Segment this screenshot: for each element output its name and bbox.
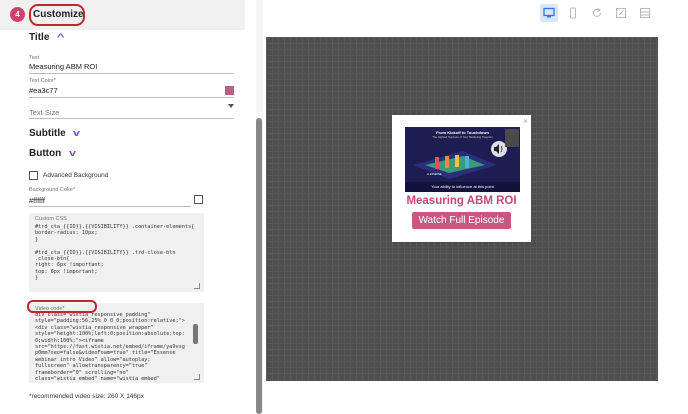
video-caption: Your ability to influence at this point: [431, 184, 494, 189]
refresh-button[interactable]: [588, 4, 606, 22]
panel-scrollbar-thumb[interactable]: [256, 118, 262, 414]
custom-css-textarea[interactable]: Custom CSS #trd_cta_{{ID}}.{{VISIBILITY}…: [29, 213, 204, 292]
layout-icon: [639, 7, 651, 19]
resize-handle-icon[interactable]: [194, 374, 200, 380]
chevron-down-icon: v: [68, 148, 77, 158]
layout-button[interactable]: [636, 4, 654, 22]
app-root: 4 Customize Title ^ Text Measuring ABM R…: [0, 0, 688, 414]
background-color-input[interactable]: #ffffff: [29, 196, 45, 205]
desktop-preview-button[interactable]: [540, 4, 558, 22]
edit-button[interactable]: [612, 4, 630, 22]
background-color-swatch[interactable]: [194, 195, 203, 204]
refresh-icon: [592, 8, 602, 17]
close-icon[interactable]: ×: [523, 116, 528, 126]
text-color-label: Text Color*: [29, 78, 56, 84]
video-logo: ⊗ ESSENSE: [427, 173, 442, 176]
advanced-background-checkbox[interactable]: [29, 171, 38, 180]
background-color-label: Background Color*: [29, 187, 76, 193]
section-subtitle-label: Subtitle: [29, 128, 66, 139]
section-title-toggle[interactable]: Title ^: [29, 32, 65, 43]
cta-popup-preview: × From Kickoff to Touchdown The Highest …: [392, 115, 531, 242]
annotation-oval-customize: [29, 4, 85, 26]
text-input-underline: [29, 73, 234, 74]
watch-full-episode-button[interactable]: Watch Full Episode: [412, 212, 511, 229]
video-subhead: The Highest Success of Your Marketing Pr…: [432, 135, 493, 139]
recommended-size-note: *recommended video size: 260 X 146px: [29, 393, 144, 400]
video-code-textarea[interactable]: Video code* div class="wistia_responsive…: [29, 303, 204, 383]
settings-panel: 4 Customize Title ^ Text Measuring ABM R…: [0, 0, 256, 414]
step-number-badge: 4: [10, 7, 25, 22]
popup-title: Measuring ABM ROI: [406, 195, 517, 207]
mobile-icon: [569, 7, 577, 19]
mobile-preview-button[interactable]: [564, 4, 582, 22]
section-button-label: Button: [29, 148, 62, 159]
background-color-underline: [29, 206, 191, 207]
text-color-input[interactable]: #ea3c77: [29, 86, 58, 95]
text-label: Text: [29, 55, 40, 61]
text-size-select[interactable]: Text Size: [29, 108, 59, 117]
desktop-icon: [543, 7, 555, 18]
section-title-label: Title: [29, 32, 50, 43]
text-size-dropdown-icon: [228, 104, 234, 108]
video-code-content: div class="wistia_responsive_padding" st…: [35, 312, 185, 380]
text-size-underline: [29, 118, 234, 119]
video-thumbnail[interactable]: From Kickoff to Touchdown The Highest Su…: [405, 127, 520, 192]
chevron-down-icon: v: [73, 128, 81, 138]
annotation-oval-video-code: [27, 300, 97, 313]
text-input[interactable]: Measuring ABM ROI: [29, 62, 97, 71]
section-button-toggle[interactable]: Button v: [29, 148, 77, 159]
edit-icon: [615, 7, 627, 19]
text-color-underline: [29, 97, 234, 98]
advanced-background-label: Advanced Background: [43, 172, 109, 179]
resize-handle-icon[interactable]: [194, 283, 200, 289]
custom-css-code: #trd_cta_{{ID}}.{{VISIBILITY}} .containe…: [35, 224, 195, 282]
custom-css-label: Custom CSS: [35, 216, 67, 222]
chevron-up-icon: ^: [57, 32, 65, 42]
video-code-scrollbar[interactable]: [193, 324, 198, 344]
text-color-swatch[interactable]: [225, 86, 234, 95]
section-subtitle-toggle[interactable]: Subtitle v: [29, 128, 81, 139]
